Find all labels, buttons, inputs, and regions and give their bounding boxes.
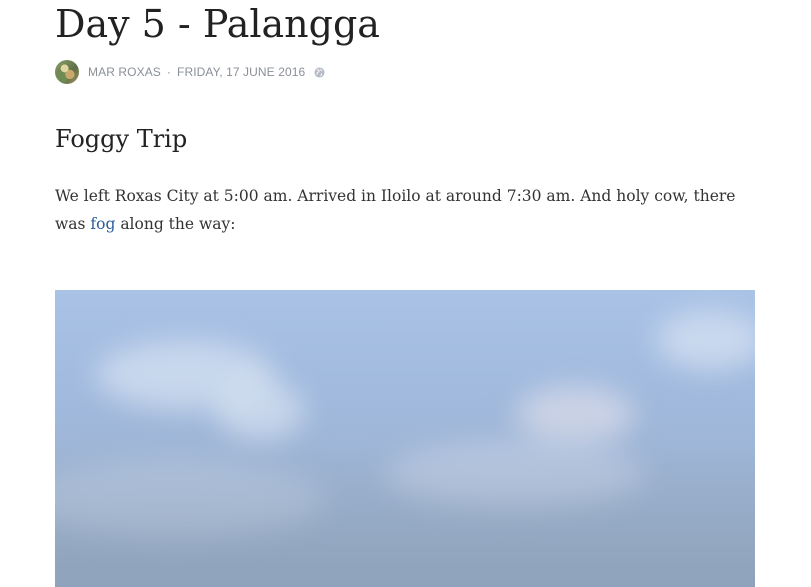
post-paragraph: We left Roxas City at 5:00 am. Arrived i…	[55, 182, 755, 238]
author-link[interactable]: MAR ROXAS	[88, 65, 161, 79]
post-meta: MAR ROXAS · FRIDAY, 17 JUNE 2016	[55, 60, 325, 84]
page: Day 5 - Palangga MAR ROXAS · FRIDAY, 17 …	[0, 0, 811, 587]
fog-haze	[55, 447, 755, 587]
cloud-shape	[515, 385, 635, 445]
foggy-sky-photo[interactable]	[55, 290, 755, 587]
post-title: Day 5 - Palangga	[55, 2, 380, 46]
meta-separator: ·	[166, 65, 172, 79]
paragraph-text-end: along the way:	[115, 215, 236, 233]
fog-link[interactable]: fog	[90, 215, 115, 233]
author-avatar[interactable]	[55, 60, 79, 84]
globe-icon[interactable]	[314, 66, 325, 78]
cloud-shape	[655, 310, 755, 370]
section-heading: Foggy Trip	[55, 125, 188, 153]
cloud-shape	[215, 380, 305, 440]
post-date-link[interactable]: FRIDAY, 17 JUNE 2016	[177, 65, 305, 79]
